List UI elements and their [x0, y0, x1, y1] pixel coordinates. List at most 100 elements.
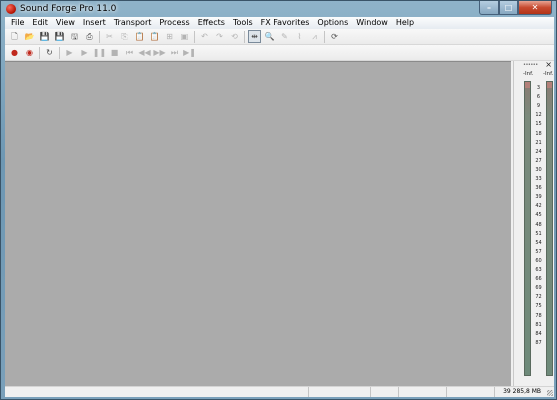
toolbar-separator [59, 46, 60, 59]
paste-special-icon[interactable]: 📋 [148, 30, 161, 43]
meter-scale-tick: 36 [535, 185, 542, 192]
peak-labels: -Inf. -Inf. [514, 71, 555, 79]
client-area: File Edit View Insert Transport Process … [5, 17, 554, 397]
title-bar[interactable]: Sound Forge Pro 11.0 – □ ✕ [1, 1, 556, 17]
new-file-icon[interactable]: 🗋 [8, 30, 21, 43]
window-title: Sound Forge Pro 11.0 [20, 4, 117, 14]
meter-scale-tick: 87 [535, 339, 542, 346]
meter-grip-handle[interactable]: •••••• [523, 62, 538, 68]
go-to-end-icon[interactable]: ⏭ [168, 46, 181, 59]
open-folder-icon[interactable]: 📂 [23, 30, 36, 43]
toolbar-separator [194, 30, 195, 43]
meter-scale-tick: 48 [535, 221, 542, 228]
meter-scale-tick: 6 [536, 94, 541, 101]
menu-view[interactable]: View [52, 17, 79, 29]
meter-scale-tick: 33 [535, 176, 542, 182]
right-peak-hold [547, 82, 552, 88]
meter-scale: 3 6 9 12 15 18 21 24 27 30 33 36 39 42 45 48 51 54 57 60 63 6… [532, 81, 545, 376]
status-pane [446, 387, 494, 397]
menu-insert[interactable]: Insert [79, 17, 110, 29]
redo-icon[interactable]: ↷ [213, 30, 226, 43]
minimize-button[interactable]: – [479, 1, 499, 15]
menu-options[interactable]: Options [313, 17, 352, 29]
resize-grip[interactable] [544, 387, 554, 397]
crop-icon[interactable]: ▣ [178, 30, 191, 43]
loop-playback-icon[interactable]: ↻ [43, 46, 56, 59]
rewind-icon[interactable]: ◀◀ [138, 46, 151, 59]
record-icon[interactable]: ● [8, 46, 21, 59]
stop-icon[interactable]: ■ [108, 46, 121, 59]
magnify-tool-icon[interactable]: 🔍 [263, 30, 276, 43]
peak-left-value[interactable]: -Inf. [523, 71, 533, 77]
meter-scale-tick: 9 [536, 103, 541, 110]
transport-toolbar: ● ◉ ↻ ▶ ▶ ❚❚ ■ ⏮ ◀◀ ▶▶ ⏭ ▶❚ [5, 45, 554, 61]
step-end-icon[interactable]: ▶❚ [183, 46, 196, 59]
meter-scale-tick: 24 [535, 148, 542, 155]
meter-scale-tick: 45 [535, 212, 542, 219]
menu-bar: File Edit View Insert Transport Process … [5, 17, 554, 29]
maximize-button[interactable]: □ [499, 1, 518, 15]
envelope-tool-icon[interactable]: ⌇ [293, 30, 306, 43]
workspace-area[interactable] [5, 61, 511, 386]
meter-scale-tick: 39 [535, 194, 542, 201]
pause-icon[interactable]: ❚❚ [93, 46, 106, 59]
go-to-start-icon[interactable]: ⏮ [123, 46, 136, 59]
status-pane [308, 387, 370, 397]
copy-icon[interactable]: ⎘ [118, 30, 131, 43]
peak-right-value[interactable]: -Inf. [543, 71, 553, 77]
menu-effects[interactable]: Effects [194, 17, 229, 29]
close-button[interactable]: ✕ [518, 1, 552, 15]
toolbar-separator [99, 30, 100, 43]
meter-scale-tick: 69 [535, 285, 542, 292]
menu-tools[interactable]: Tools [229, 17, 257, 29]
memory-status: 39 285,8 MB [494, 387, 544, 397]
play-all-icon[interactable]: ▶ [63, 46, 76, 59]
save-as-icon[interactable]: 💾 [53, 30, 66, 43]
event-tool-icon[interactable]: ⩘ [308, 30, 321, 43]
meter-scale-tick: 27 [535, 157, 542, 164]
play-icon[interactable]: ▶ [78, 46, 91, 59]
meter-scale-tick: 3 [536, 85, 541, 91]
render-icon[interactable]: ⎙ [83, 30, 96, 43]
meter-scale-tick: 66 [535, 276, 542, 283]
menu-fx-favorites[interactable]: FX Favorites [257, 17, 314, 29]
standard-toolbar: 🗋 📂 💾 💾 🖫 ⎙ ✂ ⎘ 📋 📋 ⊞ ▣ ↶ ↷ ⟲ ⇹ 🔍 ✎ ⌇ ⩘ … [5, 29, 554, 45]
meter-close-icon[interactable]: × [545, 60, 552, 69]
right-channel-meter[interactable] [546, 81, 553, 376]
sound-forge-app-icon[interactable] [6, 4, 16, 14]
meter-scale-tick: 57 [535, 248, 542, 255]
menu-file[interactable]: File [7, 17, 28, 29]
status-bar: 39 285,8 MB [5, 386, 554, 397]
mix-icon[interactable]: ⊞ [163, 30, 176, 43]
undo-icon[interactable]: ↶ [198, 30, 211, 43]
edit-tool-icon[interactable]: ⇹ [248, 30, 261, 43]
save-all-icon[interactable]: 🖫 [68, 30, 81, 43]
pencil-tool-icon[interactable]: ✎ [278, 30, 291, 43]
menu-help[interactable]: Help [392, 17, 418, 29]
status-pane [398, 387, 446, 397]
meter-scale-tick: 18 [535, 130, 542, 137]
window-controls: – □ ✕ [479, 1, 552, 15]
app-window: Sound Forge Pro 11.0 – □ ✕ File Edit Vie… [0, 0, 557, 400]
menu-window[interactable]: Window [352, 17, 392, 29]
left-channel-meter[interactable] [524, 81, 531, 376]
fast-forward-icon[interactable]: ▶▶ [153, 46, 166, 59]
save-icon[interactable]: 💾 [38, 30, 51, 43]
menu-edit[interactable]: Edit [28, 17, 52, 29]
meter-scale-tick: 63 [535, 267, 542, 273]
refresh-icon[interactable]: ⟳ [328, 30, 341, 43]
meter-scale-tick: 51 [535, 230, 542, 237]
meter-scale-tick: 81 [535, 321, 542, 328]
record-arm-icon[interactable]: ◉ [23, 46, 36, 59]
meter-header: •••••• × [514, 60, 554, 69]
menu-process[interactable]: Process [155, 17, 193, 29]
meter-scale-tick: 75 [535, 303, 542, 310]
menu-transport[interactable]: Transport [110, 17, 156, 29]
meter-scale-tick: 78 [535, 312, 542, 319]
repeat-icon[interactable]: ⟲ [228, 30, 241, 43]
paste-icon[interactable]: 📋 [133, 30, 146, 43]
cut-icon[interactable]: ✂ [103, 30, 116, 43]
meter-scale-tick: 21 [535, 139, 542, 146]
meter-scale-tick: 42 [535, 203, 542, 210]
status-pane [370, 387, 398, 397]
